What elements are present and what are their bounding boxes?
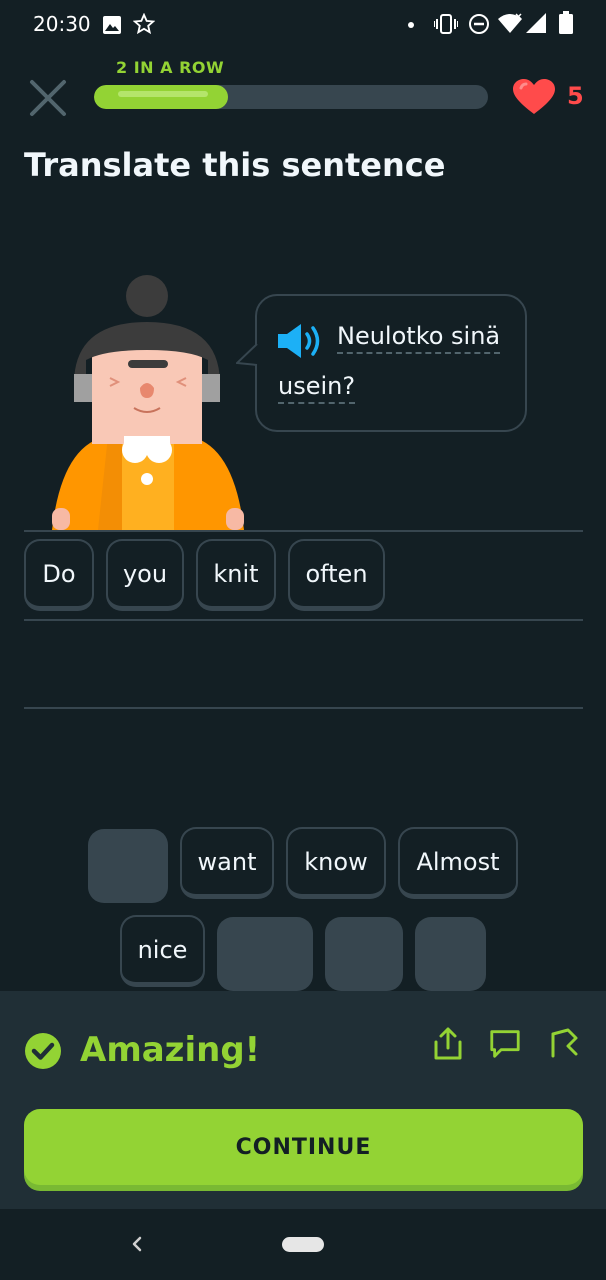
back-chevron-icon[interactable] xyxy=(128,1230,146,1258)
word-bank-slot-empty xyxy=(217,917,313,991)
continue-button[interactable]: CONTINUE xyxy=(24,1109,583,1185)
word-bank-chip[interactable]: nice xyxy=(120,915,205,987)
image-icon xyxy=(103,16,121,34)
check-circle-icon xyxy=(25,1033,61,1069)
heart-icon[interactable] xyxy=(512,78,556,116)
word-bank-chip[interactable]: want xyxy=(180,827,274,899)
vibrate-icon xyxy=(434,14,458,34)
prompt-text-line-1[interactable]: Neulotko sinä xyxy=(337,322,501,354)
answer-word-chip[interactable]: you xyxy=(106,539,184,611)
share-icon[interactable] xyxy=(431,1026,465,1062)
answer-line-top xyxy=(24,530,583,532)
speech-bubble-tail xyxy=(236,343,258,366)
speech-bubble xyxy=(255,294,527,432)
hearts-count: 5 xyxy=(567,82,584,110)
progress-shine xyxy=(118,91,208,97)
word-bank-slot-empty xyxy=(88,829,168,903)
answer-line-middle xyxy=(24,619,583,621)
close-icon[interactable] xyxy=(26,76,70,120)
prompt-text-line-2[interactable]: usein? xyxy=(278,372,356,404)
streak-label: 2 IN A ROW xyxy=(116,58,225,77)
comment-icon[interactable] xyxy=(488,1026,522,1062)
dot-icon xyxy=(408,22,414,28)
home-pill[interactable] xyxy=(282,1237,324,1252)
word-bank-chip[interactable]: Almost xyxy=(398,827,518,899)
report-flag-icon[interactable] xyxy=(548,1026,582,1062)
answer-word-chip[interactable]: Do xyxy=(24,539,94,611)
answer-line-bottom xyxy=(24,707,583,709)
page-title: Translate this sentence xyxy=(24,146,446,184)
feedback-title: Amazing! xyxy=(80,1030,261,1070)
answer-word-chip[interactable]: knit xyxy=(196,539,276,611)
word-bank-slot-empty xyxy=(415,917,486,991)
speaker-icon[interactable] xyxy=(277,322,325,360)
character-illustration xyxy=(52,275,244,530)
progress-fill xyxy=(94,85,228,109)
battery-icon xyxy=(559,11,573,34)
lesson-progress-bar xyxy=(94,85,488,109)
signal-icon xyxy=(526,13,546,33)
status-time: 20:30 xyxy=(33,12,91,36)
dnd-icon xyxy=(469,14,489,34)
wifi-icon xyxy=(498,13,522,33)
word-bank-slot-empty xyxy=(325,917,403,991)
star-icon xyxy=(133,13,155,35)
word-bank-chip[interactable]: know xyxy=(286,827,386,899)
answer-word-chip[interactable]: often xyxy=(288,539,385,611)
